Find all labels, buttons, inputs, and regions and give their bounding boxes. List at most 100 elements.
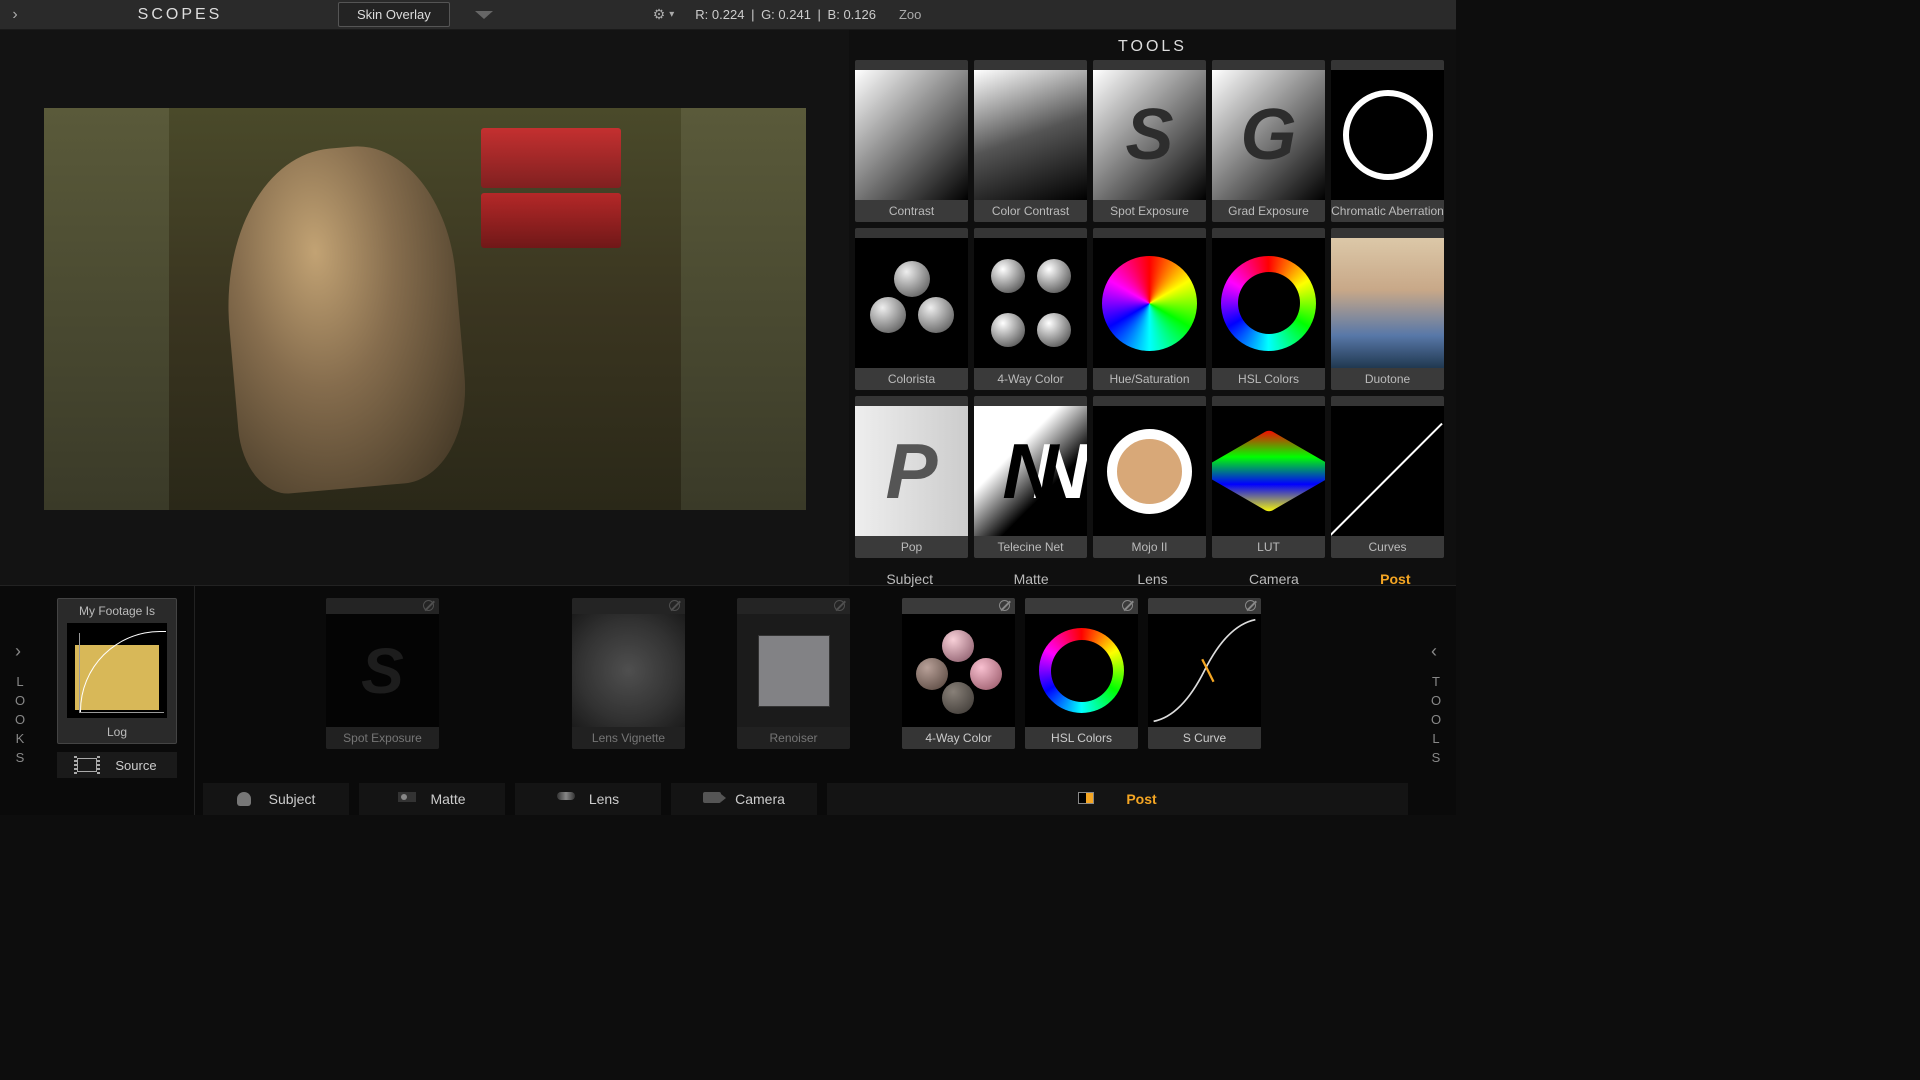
- zoom-label: Zoo: [899, 7, 921, 22]
- tab-camera[interactable]: Camera: [1213, 564, 1334, 594]
- tool-pop[interactable]: P Pop: [855, 396, 968, 558]
- tool-colorista[interactable]: Colorista: [855, 228, 968, 390]
- letter-p-icon: P: [885, 426, 937, 517]
- overlay-dropdown-chevron-icon[interactable]: [475, 11, 493, 19]
- tool-grid: Contrast Color Contrast S Spot Exposure …: [849, 60, 1456, 558]
- drag-handle-icon[interactable]: [974, 228, 1087, 238]
- preview-subject: [215, 139, 474, 498]
- preview-image: [169, 108, 681, 510]
- prop-crate: [481, 193, 621, 248]
- drag-handle-icon[interactable]: [326, 598, 439, 614]
- tool-mojo-ii[interactable]: Mojo II: [1093, 396, 1206, 558]
- chain-4way-color[interactable]: 4-Way Color: [902, 598, 1015, 749]
- tool-label: Duotone: [1331, 368, 1444, 390]
- tab-subject[interactable]: Subject: [849, 564, 970, 594]
- drag-handle-icon[interactable]: [902, 598, 1015, 614]
- drag-handle-icon[interactable]: [1331, 60, 1444, 70]
- disable-icon[interactable]: [1122, 600, 1133, 611]
- expand-tools-chevron-icon[interactable]: ‹: [1431, 641, 1441, 662]
- chain-spot-exposure[interactable]: S Spot Exposure: [326, 598, 439, 749]
- chain-renoiser[interactable]: Renoiser: [737, 598, 850, 749]
- tab-post[interactable]: Post: [1335, 564, 1456, 594]
- tool-thumb: [1331, 238, 1444, 368]
- stage-label: Lens: [589, 791, 619, 807]
- pillar-left: [44, 108, 169, 510]
- tool-thumb: G: [1212, 70, 1325, 200]
- tool-chromatic-aberration[interactable]: Chromatic Aberration: [1331, 60, 1444, 222]
- drag-handle-icon[interactable]: [1212, 60, 1325, 70]
- tool-curves[interactable]: Curves: [1331, 396, 1444, 558]
- drag-handle-icon[interactable]: [737, 598, 850, 614]
- tool-thumb: N: [974, 406, 1087, 536]
- drag-handle-icon[interactable]: [1331, 228, 1444, 238]
- disable-icon[interactable]: [999, 600, 1010, 611]
- tool-thumb: [1212, 238, 1325, 368]
- drag-handle-icon[interactable]: [1025, 598, 1138, 614]
- footage-profile-label: Log: [103, 721, 131, 743]
- tool-duotone[interactable]: Duotone: [1331, 228, 1444, 390]
- tool-thumb: S: [1093, 70, 1206, 200]
- tool-hsl-colors[interactable]: HSL Colors: [1212, 228, 1325, 390]
- stage-lens[interactable]: Lens: [515, 783, 661, 815]
- person-icon: [237, 792, 255, 806]
- curves-line-icon: [1331, 406, 1444, 536]
- tool-category-tabs: Subject Matte Lens Camera Post: [849, 564, 1456, 594]
- chain-label: Spot Exposure: [326, 727, 439, 749]
- tool-label: Curves: [1331, 536, 1444, 558]
- source-label: Source: [115, 758, 156, 773]
- hsl-ring-icon: [1039, 628, 1124, 713]
- tool-contrast[interactable]: Contrast: [855, 60, 968, 222]
- drag-handle-icon[interactable]: [1093, 396, 1206, 406]
- tool-spot-exposure[interactable]: S Spot Exposure: [1093, 60, 1206, 222]
- source-button[interactable]: Source: [57, 752, 177, 778]
- tool-hue-saturation[interactable]: Hue/Saturation: [1093, 228, 1206, 390]
- expand-scopes-chevron-icon[interactable]: ›: [0, 0, 30, 30]
- stage-post[interactable]: Post: [827, 783, 1408, 815]
- drag-handle-icon[interactable]: [1093, 60, 1206, 70]
- tool-grad-exposure[interactable]: G Grad Exposure: [1212, 60, 1325, 222]
- disable-icon[interactable]: [834, 600, 845, 611]
- stage-subject[interactable]: Subject: [203, 783, 349, 815]
- drag-handle-icon[interactable]: [974, 396, 1087, 406]
- chain-thumb: [902, 614, 1015, 727]
- drag-handle-icon[interactable]: [1148, 598, 1261, 614]
- stage-camera[interactable]: Camera: [671, 783, 817, 815]
- tab-matte[interactable]: Matte: [970, 564, 1091, 594]
- drag-handle-icon[interactable]: [1093, 228, 1206, 238]
- viewer-settings[interactable]: ⚙ ▾: [653, 6, 675, 23]
- tab-lens[interactable]: Lens: [1092, 564, 1213, 594]
- disable-icon[interactable]: [669, 600, 680, 611]
- drag-handle-icon[interactable]: [1331, 396, 1444, 406]
- disable-icon[interactable]: [423, 600, 434, 611]
- drag-handle-icon[interactable]: [572, 598, 685, 614]
- tool-label: 4-Way Color: [974, 368, 1087, 390]
- drag-handle-icon[interactable]: [974, 60, 1087, 70]
- g-value: G: 0.241: [761, 7, 811, 22]
- footage-profile-card[interactable]: My Footage Is Log: [57, 598, 177, 744]
- chain-lens-vignette[interactable]: Lens Vignette: [572, 598, 685, 749]
- tool-thumb: [1331, 406, 1444, 536]
- lut-cube-icon: [1212, 430, 1325, 513]
- expand-looks-chevron-icon[interactable]: ›: [15, 641, 25, 662]
- disable-icon[interactable]: [1245, 600, 1256, 611]
- preview-viewer[interactable]: [44, 108, 806, 510]
- drag-handle-icon[interactable]: [855, 396, 968, 406]
- tool-4way-color[interactable]: 4-Way Color: [974, 228, 1087, 390]
- drag-handle-icon[interactable]: [1212, 396, 1325, 406]
- tool-color-contrast[interactable]: Color Contrast: [974, 60, 1087, 222]
- chain-s-curve[interactable]: S Curve: [1148, 598, 1261, 749]
- tool-telecine-net[interactable]: N Telecine Net: [974, 396, 1087, 558]
- skin-overlay-button[interactable]: Skin Overlay: [338, 2, 450, 27]
- drag-handle-icon[interactable]: [855, 60, 968, 70]
- stage-label: Subject: [269, 791, 316, 807]
- drag-handle-icon[interactable]: [1212, 228, 1325, 238]
- chain-hsl-colors[interactable]: HSL Colors: [1025, 598, 1138, 749]
- chain-thumb: [737, 614, 850, 727]
- looks-rail: › LOOKS: [0, 586, 40, 815]
- drag-handle-icon[interactable]: [855, 228, 968, 238]
- stage-matte[interactable]: Matte: [359, 783, 505, 815]
- tool-lut[interactable]: LUT: [1212, 396, 1325, 558]
- chain-label: 4-Way Color: [902, 727, 1015, 749]
- stage-label: Camera: [735, 791, 785, 807]
- top-bar: › SCOPES Skin Overlay ⚙ ▾ R: 0.224 | G: …: [0, 0, 1456, 30]
